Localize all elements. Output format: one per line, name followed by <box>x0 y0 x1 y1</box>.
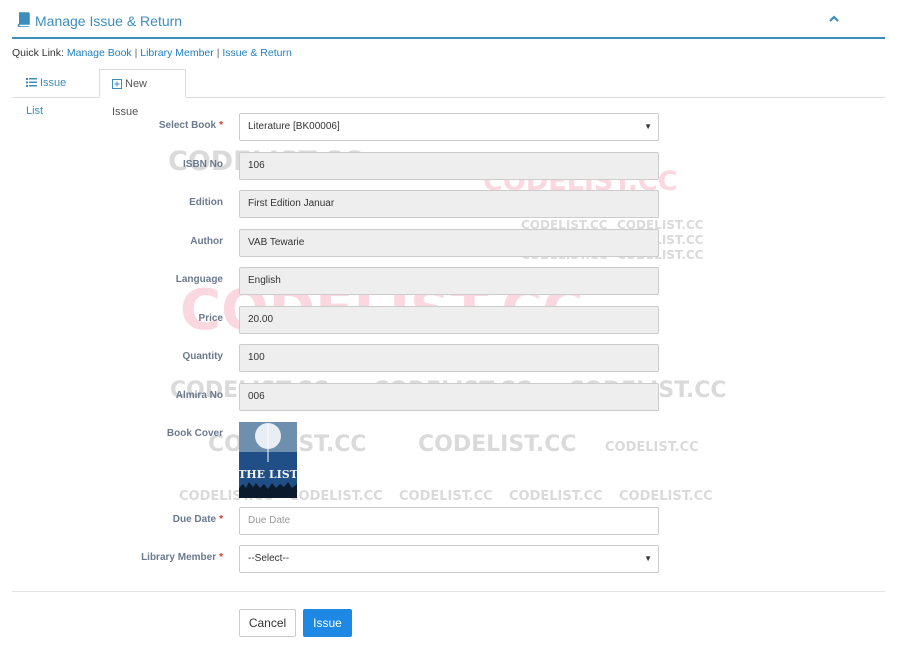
edition-field[interactable]: First Edition Januar <box>239 190 659 218</box>
select-book-dropdown[interactable]: Literature [BK00006] ▼ <box>239 113 659 141</box>
page-title: Manage Issue & Return <box>35 13 183 29</box>
isbn-label: ISBN No <box>183 159 223 170</box>
book-cover-image: THE LIST <box>239 422 297 498</box>
almira-field[interactable]: 006 <box>239 383 659 411</box>
separator: | <box>216 47 220 59</box>
required-mark: * <box>219 514 223 525</box>
language-label: Language <box>175 274 223 285</box>
library-member-row: Library Member * --Select-- ▼ <box>0 545 900 573</box>
author-label: Author <box>190 236 223 247</box>
cancel-button[interactable]: Cancel <box>239 609 296 637</box>
language-row: Language English <box>0 267 900 295</box>
watermark: CODELIST.CC <box>399 489 493 504</box>
isbn-row: ISBN No 106 <box>0 152 900 180</box>
library-member-dropdown[interactable]: --Select-- ▼ <box>239 545 659 573</box>
watermark: CODELIST.CC <box>289 489 383 504</box>
almira-label: Almira No <box>175 390 223 401</box>
select-book-value: Literature [BK00006] <box>248 121 340 132</box>
library-member-label: Library Member * <box>141 552 223 563</box>
plus-square-icon <box>112 79 122 89</box>
tab-issue-list[interactable]: Issue List <box>14 69 98 117</box>
required-mark: * <box>219 552 223 563</box>
divider <box>12 591 885 592</box>
quick-link-library-member[interactable]: Library Member <box>140 47 214 59</box>
price-field[interactable]: 20.00 <box>239 306 659 334</box>
issue-button[interactable]: Issue <box>303 609 352 637</box>
book-cover-row: Book Cover <box>0 421 900 449</box>
quick-link-issue-return[interactable]: Issue & Return <box>222 47 291 59</box>
book-icon <box>17 12 30 27</box>
panel-header: Manage Issue & Return <box>12 0 885 39</box>
quantity-row: Quantity 100 <box>0 344 900 372</box>
quick-link-prefix: Quick Link: <box>12 47 64 59</box>
watermark: CODELIST.CC <box>619 489 713 504</box>
due-date-label: Due Date * <box>172 514 223 525</box>
library-member-value: --Select-- <box>248 553 290 564</box>
chevron-up-icon[interactable] <box>827 12 841 26</box>
due-date-row: Due Date * Due Date <box>0 507 900 535</box>
caret-down-icon: ▼ <box>644 122 652 131</box>
watermark: CODELIST.CC <box>509 489 603 504</box>
edition-label: Edition <box>189 197 223 208</box>
quick-link-manage-book[interactable]: Manage Book <box>67 47 132 59</box>
cover-title-text: THE LIST <box>239 468 297 481</box>
select-book-row: Select Book * Literature [BK00006] ▼ <box>0 113 900 141</box>
price-label: Price <box>198 313 223 324</box>
price-row: Price 20.00 <box>0 306 900 334</box>
tab-bar: Issue List New Issue <box>12 69 885 118</box>
required-mark: * <box>219 120 223 131</box>
language-field[interactable]: English <box>239 267 659 295</box>
select-book-label: Select Book * <box>158 120 223 131</box>
author-row: Author VAB Tewarie <box>0 229 900 257</box>
almira-row: Almira No 006 <box>0 383 900 411</box>
edition-row: Edition First Edition Januar <box>0 190 900 218</box>
caret-down-icon: ▼ <box>644 554 652 563</box>
author-field[interactable]: VAB Tewarie <box>239 229 659 257</box>
isbn-field[interactable]: 106 <box>239 152 659 180</box>
due-date-input[interactable]: Due Date <box>239 507 659 535</box>
list-icon <box>26 78 37 87</box>
quantity-field[interactable]: 100 <box>239 344 659 372</box>
book-cover-label: Book Cover <box>166 428 223 439</box>
quantity-label: Quantity <box>182 351 223 362</box>
quick-links: Quick Link: Manage Book | Library Member… <box>12 47 292 59</box>
tab-new-issue[interactable]: New Issue <box>99 69 186 118</box>
separator: | <box>134 47 138 59</box>
